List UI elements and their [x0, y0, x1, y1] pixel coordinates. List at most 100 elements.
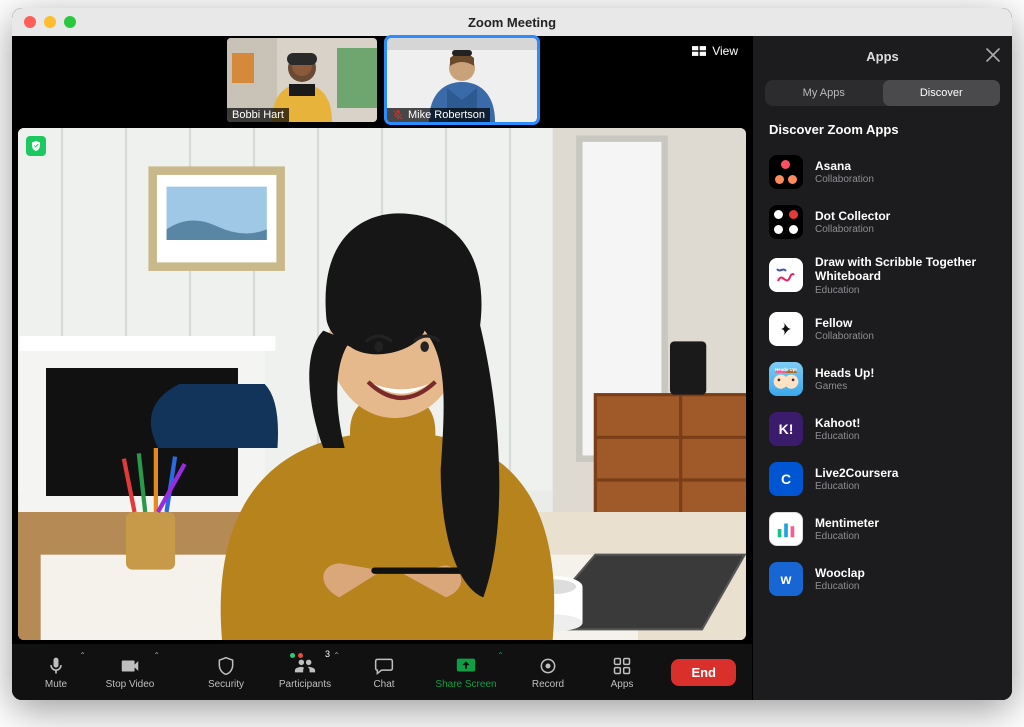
minimize-window-button[interactable] [44, 16, 56, 28]
app-category: Collaboration [815, 224, 890, 235]
app-category: Collaboration [815, 174, 874, 185]
record-button[interactable]: Record [512, 647, 584, 697]
app-row[interactable]: FellowCollaboration [753, 304, 1012, 354]
share-screen-icon [455, 655, 477, 677]
apps-icon [612, 656, 632, 676]
speaker-scene [18, 128, 746, 640]
shield-icon [216, 656, 236, 676]
app-window: Zoom Meeting [12, 8, 1012, 700]
chat-label: Chat [373, 679, 394, 690]
participant-thumbnail[interactable]: Mike Robertson [387, 38, 537, 122]
grid-icon [692, 46, 706, 56]
app-name: Asana [815, 159, 874, 173]
app-text: MentimeterEducation [815, 516, 879, 542]
app-name: Mentimeter [815, 516, 879, 530]
participant-name: Bobbi Hart [232, 109, 284, 121]
app-name: Heads Up! [815, 366, 874, 380]
participants-button[interactable]: ⌃ 3 Participants [264, 647, 346, 697]
apps-list: AsanaCollaborationDot CollectorCollabora… [753, 147, 1012, 700]
stop-video-button[interactable]: ⌃ Stop Video [94, 647, 166, 697]
app-text: Draw with Scribble Together WhiteboardEd… [815, 255, 996, 296]
share-screen-button[interactable]: ⌃ Share Screen [422, 647, 510, 697]
app-row[interactable]: C Live2CourseraEducation [753, 454, 1012, 504]
window-title: Zoom Meeting [12, 15, 1012, 30]
participant-strip: Bobbi Hart M [12, 36, 752, 124]
tab-my-apps[interactable]: My Apps [765, 80, 883, 106]
stop-video-label: Stop Video [106, 679, 155, 690]
app-name: Dot Collector [815, 209, 890, 223]
participants-count: 3 [325, 649, 330, 659]
app-icon [769, 512, 803, 546]
app-icon: Heads Up! [769, 362, 803, 396]
participant-thumbnail[interactable]: Bobbi Hart [227, 38, 377, 122]
app-name: Draw with Scribble Together Whiteboard [815, 255, 996, 284]
app-text: WooclapEducation [815, 566, 865, 592]
mute-button[interactable]: ⌃ Mute [20, 647, 92, 697]
app-text: AsanaCollaboration [815, 159, 874, 185]
fullscreen-window-button[interactable] [64, 16, 76, 28]
caret-up-icon[interactable]: ⌃ [153, 651, 160, 660]
app-category: Education [815, 581, 865, 592]
chat-icon [374, 656, 394, 676]
app-text: FellowCollaboration [815, 316, 874, 342]
app-row[interactable]: Draw with Scribble Together WhiteboardEd… [753, 247, 1012, 304]
app-text: Kahoot!Education [815, 416, 860, 442]
apps-panel-subtitle: Discover Zoom Apps [753, 116, 1012, 147]
app-category: Education [815, 481, 898, 492]
close-icon[interactable] [986, 48, 1000, 62]
app-name: Live2Coursera [815, 466, 898, 480]
apps-panel: Apps My Apps Discover Discover Zoom Apps… [752, 36, 1012, 700]
app-text: Dot CollectorCollaboration [815, 209, 890, 235]
app-name: Fellow [815, 316, 874, 330]
app-row[interactable]: Heads Up!Heads Up!Games [753, 354, 1012, 404]
app-icon [769, 258, 803, 292]
meeting-toolbar: ⌃ Mute ⌃ Stop Video Security ⌃ [12, 644, 752, 700]
app-icon: K! [769, 412, 803, 446]
app-icon [769, 155, 803, 189]
window-controls [24, 16, 76, 28]
app-icon: C [769, 462, 803, 496]
security-button[interactable]: Security [190, 647, 262, 697]
app-category: Education [815, 531, 879, 542]
caret-up-icon[interactable]: ⌃ [497, 651, 504, 660]
app-row[interactable]: w WooclapEducation [753, 554, 1012, 604]
apps-panel-title: Apps [866, 49, 899, 64]
app-category: Education [815, 431, 860, 442]
app-icon [769, 205, 803, 239]
apps-tab-switcher: My Apps Discover [765, 80, 1000, 106]
app-row[interactable]: Dot CollectorCollaboration [753, 197, 1012, 247]
muted-mic-icon [392, 109, 404, 121]
participant-name-label: Mike Robertson [387, 108, 490, 122]
app-name: Wooclap [815, 566, 865, 580]
record-icon [538, 656, 558, 676]
app-row[interactable]: AsanaCollaboration [753, 147, 1012, 197]
microphone-icon [46, 656, 66, 676]
svg-text:Heads Up!: Heads Up! [775, 367, 797, 372]
end-meeting-button[interactable]: End [671, 659, 736, 686]
app-name: Kahoot! [815, 416, 860, 430]
app-icon: w [769, 562, 803, 596]
app-category: Games [815, 381, 874, 392]
caret-up-icon[interactable]: ⌃ [333, 651, 340, 660]
apps-panel-header: Apps [753, 36, 1012, 76]
participants-icon [294, 655, 316, 677]
active-speaker-video[interactable] [18, 128, 746, 640]
app-row[interactable]: K! Kahoot!Education [753, 404, 1012, 454]
app-text: Heads Up!Games [815, 366, 874, 392]
app-row[interactable]: MentimeterEducation [753, 504, 1012, 554]
view-button[interactable]: View [692, 44, 738, 58]
record-label: Record [532, 679, 564, 690]
tab-discover[interactable]: Discover [883, 80, 1001, 106]
view-label: View [712, 44, 738, 58]
close-window-button[interactable] [24, 16, 36, 28]
apps-label: Apps [611, 679, 634, 690]
participants-label: Participants [279, 679, 331, 690]
apps-button[interactable]: Apps [586, 647, 658, 697]
chat-button[interactable]: Chat [348, 647, 420, 697]
host-badge [26, 136, 46, 156]
meeting-area: Bobbi Hart M [12, 36, 752, 700]
participant-name-label: Bobbi Hart [227, 108, 289, 122]
app-text: Live2CourseraEducation [815, 466, 898, 492]
share-screen-label: Share Screen [435, 679, 496, 690]
caret-up-icon[interactable]: ⌃ [79, 651, 86, 660]
